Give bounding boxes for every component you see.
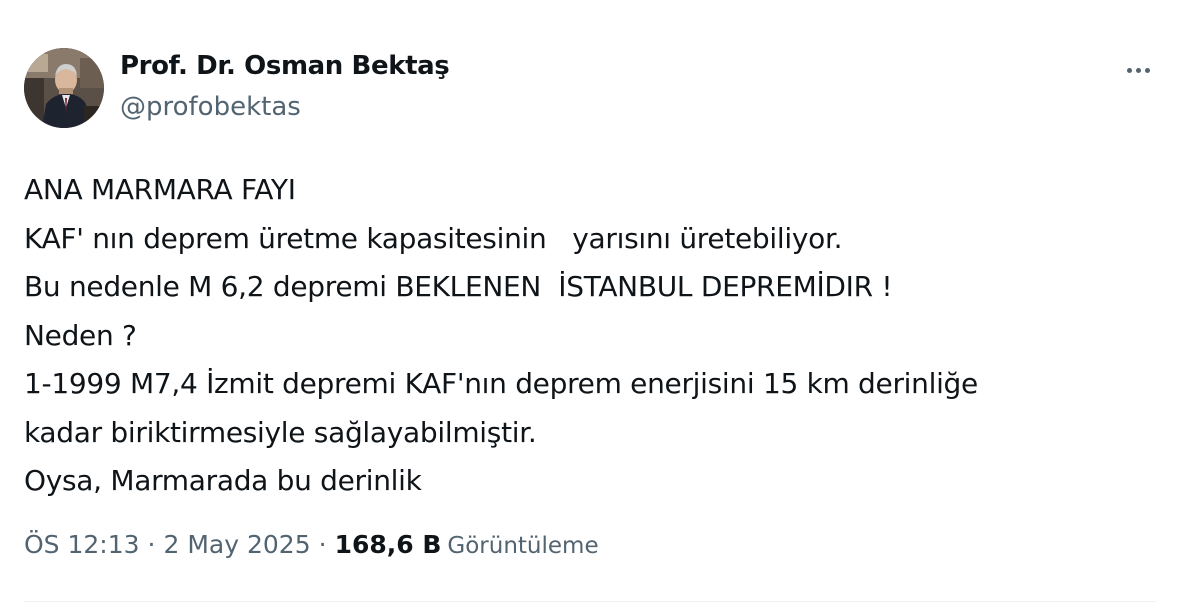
divider bbox=[24, 601, 1156, 602]
tweet-timestamp[interactable]: ÖS 12:13 bbox=[24, 530, 140, 559]
tweet-line: KAF' nın deprem üretme kapasitesinin yar… bbox=[24, 221, 843, 255]
meta-separator: · bbox=[318, 530, 327, 559]
more-dots-icon bbox=[1126, 67, 1132, 73]
tweet-line: Neden ? bbox=[24, 318, 137, 352]
tweet-line: kadar biriktirmesiyle sağlayabilmiştir. bbox=[24, 415, 537, 449]
tweet-meta: ÖS 12:13 · 2 May 2025 · 168,6 B Görüntül… bbox=[24, 530, 599, 559]
tweet-line: 1-1999 M7,4 İzmit depremi KAF'nın deprem… bbox=[24, 367, 978, 400]
tweet-card: Prof. Dr. Osman Bektaş @profobektas ANA … bbox=[0, 0, 1194, 610]
avatar-photo-icon bbox=[24, 48, 104, 128]
tweet-text: ANA MARMARA FAYI KAF' nın deprem üretme … bbox=[24, 166, 1164, 506]
meta-separator: · bbox=[147, 530, 156, 559]
more-dot bbox=[1144, 67, 1150, 73]
more-options-button[interactable] bbox=[1118, 56, 1158, 84]
tweet-line: ANA MARMARA FAYI bbox=[24, 173, 296, 206]
tweet-line: Oysa, Marmarada bu derinlik bbox=[24, 464, 422, 497]
author-name[interactable]: Prof. Dr. Osman Bektaş bbox=[120, 51, 450, 81]
author-avatar[interactable] bbox=[24, 48, 104, 128]
views-label: Görüntüleme bbox=[447, 533, 599, 559]
views-count[interactable]: 168,6 B bbox=[335, 530, 442, 559]
tweet-date[interactable]: 2 May 2025 bbox=[164, 530, 311, 559]
more-dot bbox=[1135, 67, 1141, 73]
author-handle[interactable]: @profobektas bbox=[120, 92, 301, 122]
tweet-line: Bu nedenle M 6,2 depremi BEKLENEN İSTANB… bbox=[24, 270, 893, 303]
